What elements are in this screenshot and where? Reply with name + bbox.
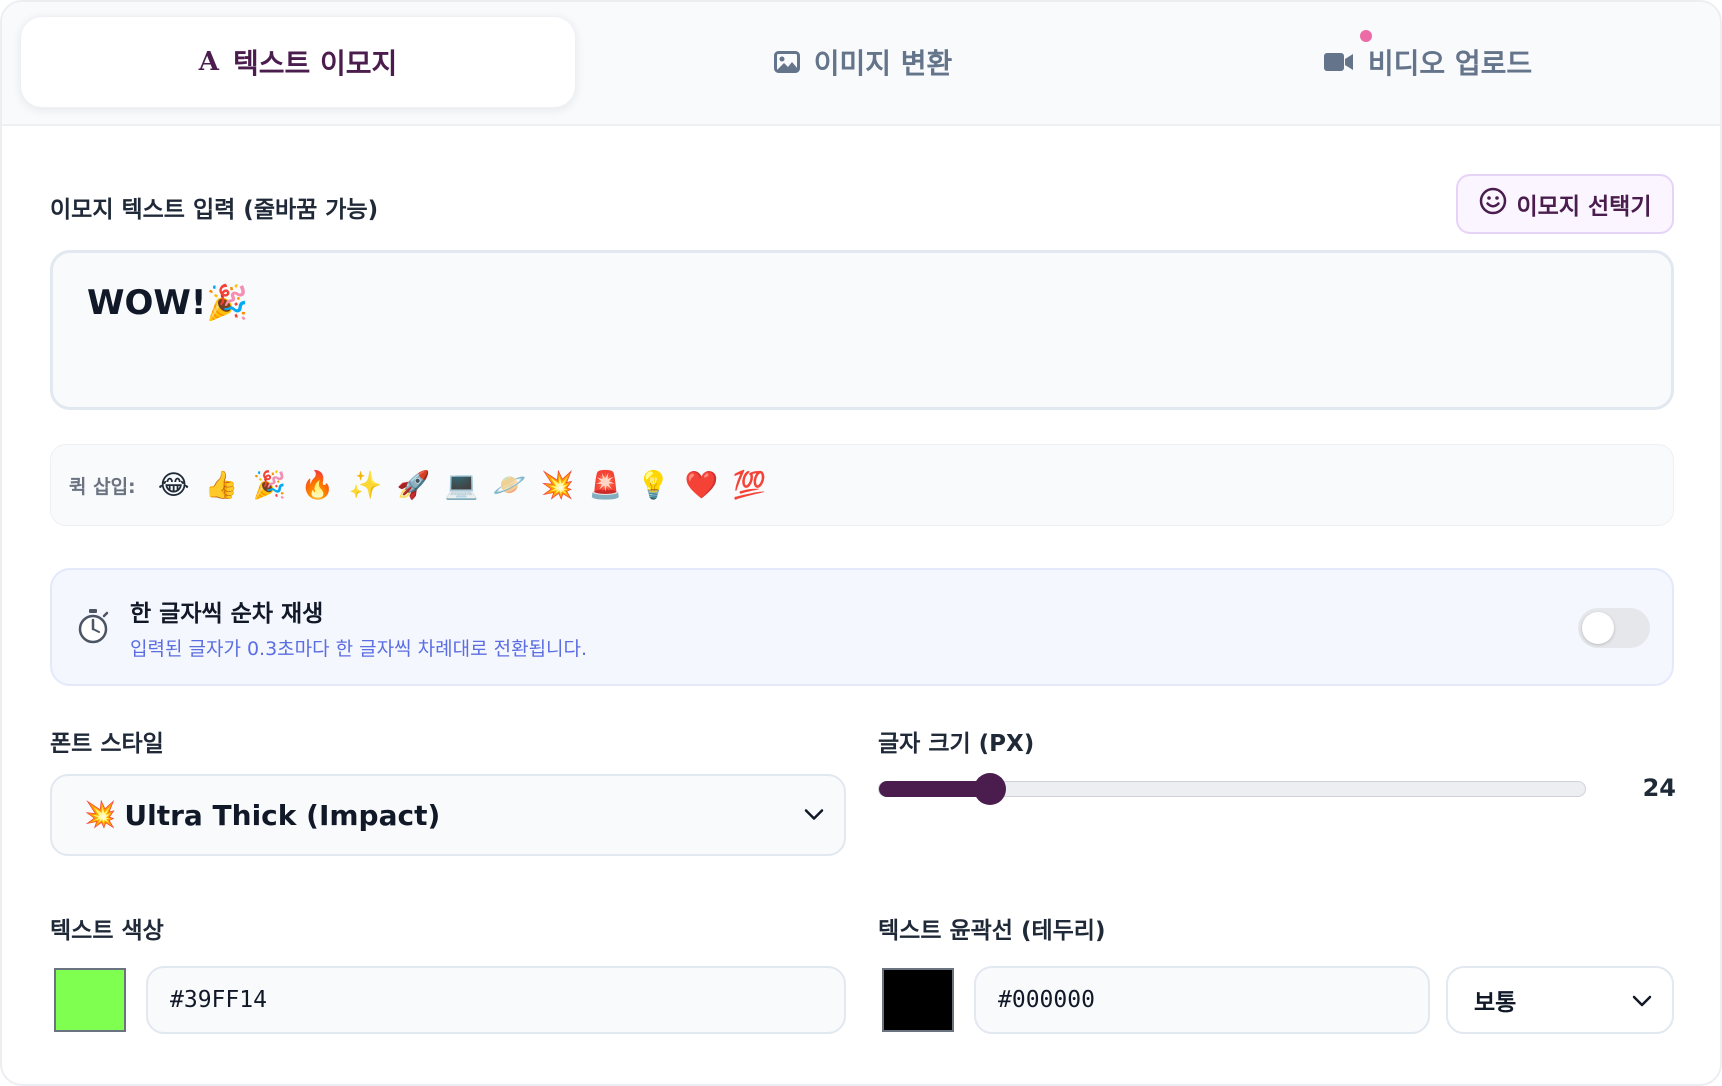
- text-a-icon: A: [198, 47, 219, 77]
- font-style-value: Ultra Thick (Impact): [124, 798, 441, 832]
- quick-emoji-button[interactable]: 💡: [630, 461, 678, 509]
- emoji-editor-card: A 텍스트 이모지 이미지 변환 비디오 업로드 이모지 텍스트 입력 (줄바꿈…: [0, 0, 1722, 1086]
- quick-emoji-button[interactable]: 🪐: [486, 461, 534, 509]
- outline-color-hex-input[interactable]: [974, 966, 1430, 1034]
- notification-dot: [1360, 30, 1372, 42]
- sequential-title: 한 글자씩 순차 재생: [130, 601, 324, 627]
- font-style-label: 폰트 스타일: [50, 731, 164, 757]
- font-style-select[interactable]: 💥 Ultra Thick (Impact): [50, 774, 846, 856]
- tab-label: 비디오 업로드: [1367, 47, 1533, 80]
- video-camera-icon: [1323, 52, 1354, 72]
- outline-thickness-value: 보통: [1474, 990, 1517, 1016]
- quick-emoji-button[interactable]: 😂: [150, 461, 198, 509]
- chevron-down-icon: [804, 806, 824, 825]
- tab-text-emoji[interactable]: A 텍스트 이모지: [20, 16, 576, 108]
- sequential-playback-panel: 한 글자씩 순차 재생 입력된 글자가 0.3초마다 한 글자씩 차례대로 전환…: [50, 568, 1674, 686]
- tab-bar: A 텍스트 이모지 이미지 변환 비디오 업로드: [2, 2, 1720, 126]
- quick-emoji-button[interactable]: ✨: [342, 461, 390, 509]
- slider-thumb[interactable]: [973, 773, 1006, 805]
- outline-color-swatch[interactable]: [882, 968, 954, 1032]
- font-size-label: 글자 크기 (PX): [878, 731, 1035, 757]
- tab-label: 텍스트 이모지: [232, 47, 398, 80]
- chevron-down-icon: [1632, 987, 1652, 1013]
- sequential-description: 입력된 글자가 0.3초마다 한 글자씩 차례대로 전환됩니다.: [130, 638, 588, 660]
- font-size-value: 24: [1642, 774, 1676, 802]
- text-color-swatch[interactable]: [54, 968, 126, 1032]
- quick-emoji-button[interactable]: 🚀: [390, 461, 438, 509]
- text-color-label: 텍스트 색상: [50, 918, 164, 944]
- smiley-icon: [1479, 187, 1507, 221]
- outline-thickness-select[interactable]: 보통: [1446, 966, 1674, 1034]
- tab-image-convert[interactable]: 이미지 변환: [585, 16, 1141, 108]
- quick-emoji-button[interactable]: 💻: [438, 461, 486, 509]
- quick-emoji-button[interactable]: 💯: [726, 461, 774, 509]
- quick-emoji-button[interactable]: 🔥: [294, 461, 342, 509]
- text-color-hex-input[interactable]: [146, 966, 846, 1034]
- quick-insert-bar: 퀵 삽입: 😂 👍 🎉 🔥 ✨ 🚀 💻 🪐 💥 🚨 💡 ❤️ 💯: [50, 444, 1674, 526]
- image-icon: [773, 51, 800, 73]
- emoji-text-input[interactable]: [50, 250, 1674, 410]
- emoji-text-input-label: 이모지 텍스트 입력 (줄바꿈 가능): [50, 197, 379, 223]
- toggle-knob: [1582, 612, 1614, 644]
- quick-emoji-button[interactable]: 🎉: [246, 461, 294, 509]
- tab-video-upload[interactable]: 비디오 업로드: [1150, 16, 1706, 108]
- quick-emoji-button[interactable]: 👍: [198, 461, 246, 509]
- quick-emoji-button[interactable]: ❤️: [678, 461, 726, 509]
- sequential-toggle[interactable]: [1578, 608, 1650, 648]
- emoji-picker-button[interactable]: 이모지 선택기: [1456, 174, 1674, 234]
- emoji-picker-label: 이모지 선택기: [1516, 194, 1652, 220]
- quick-insert-label: 퀵 삽입:: [69, 475, 136, 498]
- outline-color-label: 텍스트 윤곽선 (테두리): [878, 918, 1106, 944]
- tab-label: 이미지 변환: [813, 47, 953, 80]
- stopwatch-icon: [76, 608, 110, 648]
- quick-emoji-button[interactable]: 💥: [534, 461, 582, 509]
- select-emoji: 💥: [84, 800, 117, 830]
- quick-emoji-button[interactable]: 🚨: [582, 461, 630, 509]
